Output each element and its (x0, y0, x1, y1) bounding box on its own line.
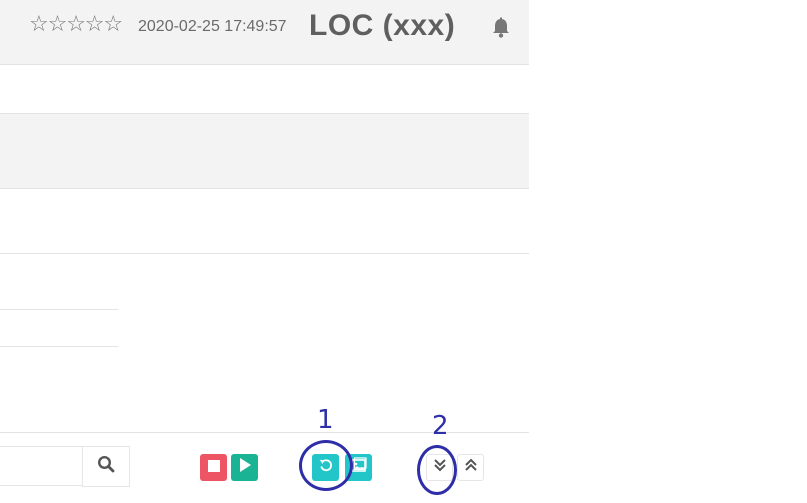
star-icon[interactable]: ☆ (103, 14, 123, 36)
star-icon[interactable]: ☆ (66, 14, 86, 36)
rating-stars[interactable]: ☆ ☆ ☆ ☆ ☆ (29, 14, 123, 36)
annotation-label-1: 1 (317, 405, 334, 435)
search-button[interactable] (82, 446, 130, 487)
star-icon[interactable]: ☆ (85, 14, 105, 36)
annotation-label-2: 2 (432, 411, 449, 441)
list-row (0, 114, 529, 189)
star-icon[interactable]: ☆ (29, 14, 49, 36)
divider (0, 346, 118, 347)
page-title: LOC (xxx) (309, 9, 456, 42)
header-bar: ☆ ☆ ☆ ☆ ☆ 2020-02-25 17:49:57 LOC (xxx) (0, 0, 529, 65)
annotation-ellipse-1 (299, 440, 353, 491)
bell-icon[interactable] (491, 17, 511, 39)
play-button[interactable] (231, 454, 258, 481)
search-input[interactable] (0, 446, 82, 486)
list-row (0, 65, 529, 114)
annotation-ellipse-2 (417, 445, 457, 495)
stop-button[interactable] (200, 454, 227, 481)
list-row (0, 189, 529, 254)
divider (0, 309, 118, 310)
star-icon[interactable]: ☆ (48, 14, 68, 36)
footer-divider (0, 432, 529, 433)
stop-icon (207, 459, 220, 477)
scroll-up-button[interactable] (457, 454, 484, 481)
search-icon (97, 455, 115, 478)
double-chevron-up-icon (464, 458, 477, 477)
timestamp: 2020-02-25 17:49:57 (138, 18, 287, 35)
main-panel: ☆ ☆ ☆ ☆ ☆ 2020-02-25 17:49:57 LOC (xxx) (0, 0, 529, 503)
play-icon (239, 458, 251, 477)
